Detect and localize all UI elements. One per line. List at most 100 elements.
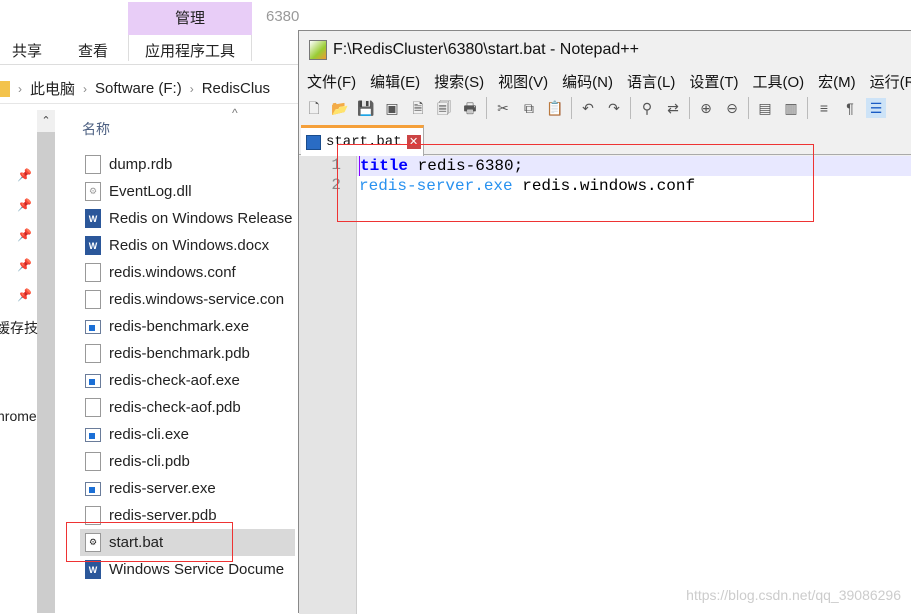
ribbon-tab-share[interactable]: 共享 — [12, 40, 42, 61]
file-file-icon — [85, 344, 101, 363]
exe-file-icon — [85, 427, 101, 442]
copy-icon[interactable]: ⧉ — [519, 98, 539, 118]
paste-icon[interactable]: 📋 — [545, 98, 565, 118]
file-item[interactable]: redis-cli.exe — [85, 421, 300, 448]
breadcrumb-drive[interactable]: Software (F:) — [95, 80, 182, 97]
save-icon[interactable]: 💾 — [356, 98, 376, 118]
column-header-name[interactable]: 名称 — [82, 119, 110, 139]
ribbon-context-label: 管理 — [128, 2, 252, 35]
file-item[interactable]: redis.windows.conf — [85, 259, 300, 286]
find-icon[interactable]: ⚲ — [637, 98, 657, 118]
folder-icon — [0, 80, 10, 97]
nav-item[interactable]: hrome — [0, 408, 37, 424]
file-item[interactable]: redis-check-aof.exe — [85, 367, 300, 394]
pin-icon: 📌 — [17, 228, 32, 242]
print-icon[interactable]: 🖶 — [460, 98, 480, 118]
new-file-icon[interactable]: 🗋 — [304, 98, 324, 118]
file-item[interactable]: W Redis on Windows Release — [85, 205, 300, 232]
word-file-icon: W — [85, 209, 101, 228]
ribbon-tab-app-tools[interactable]: 应用程序工具 — [145, 40, 235, 61]
file-name: dump.rdb — [109, 156, 173, 173]
file-item[interactable]: redis-benchmark.pdb — [85, 340, 300, 367]
notepad-window: F:\RedisCluster\6380\start.bat - Notepad… — [298, 30, 911, 614]
file-item[interactable]: ⚙ EventLog.dll — [85, 178, 300, 205]
show-all-chars-icon[interactable]: ¶ — [840, 98, 860, 118]
menu-macro[interactable]: 宏(M) — [818, 71, 856, 92]
chevron-right-icon: › — [189, 81, 194, 96]
file-item[interactable]: redis-cli.pdb — [85, 448, 300, 475]
file-item[interactable]: redis-server.exe — [85, 475, 300, 502]
menu-run[interactable]: 运行(R) — [870, 71, 911, 92]
window-title: F:\RedisCluster\6380\start.bat - Notepad… — [309, 40, 639, 60]
menu-encoding[interactable]: 编码(N) — [562, 71, 613, 92]
toolbar-separator — [807, 97, 808, 119]
pin-icon: 📌 — [17, 168, 32, 182]
file-name: redis-check-aof.exe — [109, 372, 240, 389]
menu-edit[interactable]: 编辑(E) — [370, 71, 420, 92]
breadcrumb-this-pc[interactable]: 此电脑 — [30, 78, 75, 99]
file-file-icon — [85, 398, 101, 417]
menu-view[interactable]: 视图(V) — [498, 71, 548, 92]
line-number-gutter — [299, 156, 357, 614]
sync-horizontal-icon[interactable]: ▥ — [781, 98, 801, 118]
breadcrumb-folder[interactable]: RedisClus — [202, 80, 270, 97]
file-item[interactable]: redis-check-aof.pdb — [85, 394, 300, 421]
scroll-up-button[interactable]: ⌃ — [37, 110, 55, 132]
file-name: redis-check-aof.pdb — [109, 399, 241, 416]
notepad-app-icon — [309, 40, 327, 60]
zoom-in-icon[interactable]: ⊕ — [696, 98, 716, 118]
menu-search[interactable]: 搜索(S) — [434, 71, 484, 92]
toolbar-separator — [571, 97, 572, 119]
word-wrap-icon[interactable]: ≡ — [814, 98, 834, 118]
undo-icon[interactable]: ↶ — [578, 98, 598, 118]
watermark: https://blog.csdn.net/qq_39086296 — [686, 587, 901, 603]
nav-item[interactable]: 缓存技 — [0, 318, 38, 338]
nav-scrollbar[interactable] — [37, 110, 55, 613]
file-name: redis.windows-service.con — [109, 291, 285, 308]
file-item[interactable]: redis.windows-service.con — [85, 286, 300, 313]
file-item[interactable]: W Redis on Windows.docx — [85, 232, 300, 259]
file-name: redis-cli.pdb — [109, 453, 190, 470]
sync-vertical-icon[interactable]: ▤ — [755, 98, 775, 118]
file-item[interactable]: redis-benchmark.exe — [85, 313, 300, 340]
save-all-icon[interactable]: ▣ — [382, 98, 402, 118]
highlight-box — [337, 144, 814, 222]
zoom-out-icon[interactable]: ⊖ — [722, 98, 742, 118]
dll-file-icon: ⚙ — [85, 182, 101, 201]
close-file-icon[interactable]: 🗎 — [408, 98, 428, 118]
file-name: redis-benchmark.pdb — [109, 345, 250, 362]
file-name: redis-benchmark.exe — [109, 318, 250, 335]
line-number: 2 — [331, 176, 341, 194]
open-file-icon[interactable]: 📂 — [330, 98, 350, 118]
file-file-icon — [85, 263, 101, 282]
file-name: redis-cli.exe — [109, 426, 190, 443]
word-file-icon: W — [85, 560, 101, 579]
file-file-icon — [85, 155, 101, 174]
pin-icon: 📌 — [17, 258, 32, 272]
file-name: redis-server.exe — [109, 480, 216, 497]
highlight-box — [66, 522, 233, 562]
file-name: redis.windows.conf — [109, 264, 236, 281]
redo-icon[interactable]: ↷ — [604, 98, 624, 118]
sort-up-icon: ^ — [232, 106, 238, 120]
folder-title: 6380 — [266, 8, 300, 25]
indent-guide-icon[interactable]: ☰ — [866, 98, 886, 118]
ribbon-tab-view[interactable]: 查看 — [78, 40, 108, 61]
cut-icon[interactable]: ✂ — [493, 98, 513, 118]
menu-file[interactable]: 文件(F) — [307, 71, 356, 92]
menu-language[interactable]: 语言(L) — [627, 71, 675, 92]
close-all-icon[interactable]: 🗐 — [434, 98, 454, 118]
menu-tools[interactable]: 工具(O) — [752, 71, 804, 92]
toolbar-separator — [689, 97, 690, 119]
address-bar[interactable]: › 此电脑 › Software (F:) › RedisClus — [0, 78, 270, 99]
toolbar: 🗋 📂 💾 ▣ 🗎 🗐 🖶 ✂ ⧉ 📋 ↶ ↷ ⚲ ⇄ ⊕ ⊖ ▤ ▥ ≡ ¶ … — [299, 93, 911, 123]
file-item[interactable]: dump.rdb — [85, 151, 300, 178]
file-name: Redis on Windows Release — [109, 210, 293, 227]
toolbar-separator — [486, 97, 487, 119]
replace-icon[interactable]: ⇄ — [663, 98, 683, 118]
chevron-right-icon: › — [18, 81, 22, 96]
file-file-icon — [85, 452, 101, 471]
menu-settings[interactable]: 设置(T) — [689, 71, 738, 92]
editor[interactable]: 1 2 title redis-6380; redis-server.exe r… — [299, 156, 911, 614]
toolbar-separator — [748, 97, 749, 119]
